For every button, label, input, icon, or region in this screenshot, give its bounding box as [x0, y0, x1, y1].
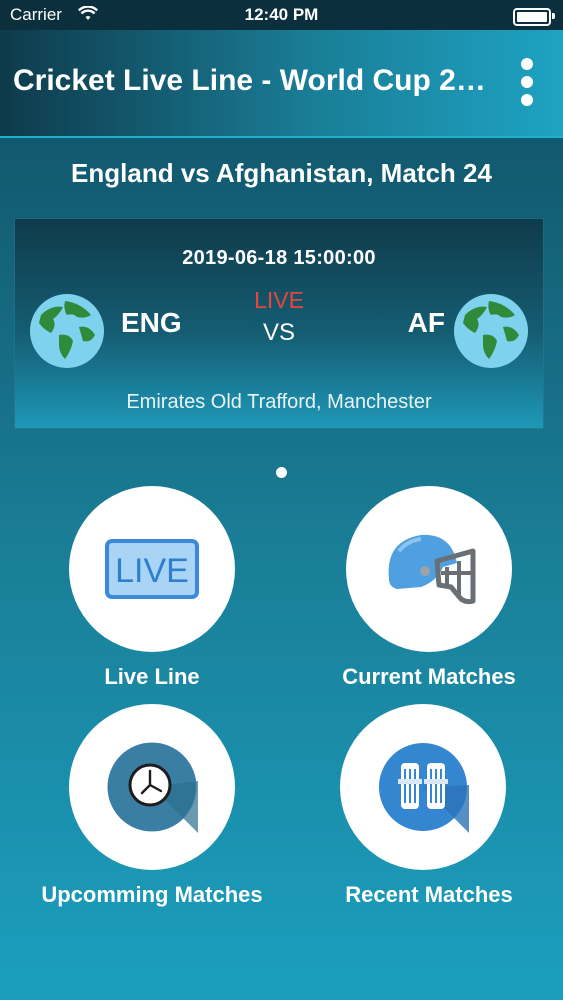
live-line-button[interactable]: LIVE Live Line: [27, 486, 277, 690]
more-menu-icon[interactable]: [519, 58, 535, 106]
live-line-label: Live Line: [104, 664, 200, 689]
app-bar: Cricket Live Line - World Cup 2019: [0, 30, 563, 138]
clock-icon: [107, 742, 198, 833]
live-line-circle: LIVE: [69, 486, 235, 652]
recent-matches-label: Recent Matches: [345, 882, 513, 907]
upcoming-matches-button[interactable]: Upcomming Matches: [27, 704, 277, 908]
app-title: Cricket Live Line - World Cup 2019: [13, 64, 498, 97]
live-icon-text: LIVE: [115, 552, 189, 590]
match-datetime: 2019-06-18 15:00:00: [182, 247, 376, 269]
current-matches-label: Current Matches: [342, 664, 516, 689]
globe-icon: [454, 294, 528, 368]
pads-icon: [379, 743, 469, 833]
live-icon: LIVE: [105, 539, 199, 599]
page-indicator-dot: [276, 467, 287, 478]
recent-matches-button[interactable]: Recent Matches: [298, 704, 548, 908]
status-bar: Carrier 12:40 PM: [0, 0, 563, 30]
recent-matches-circle: [340, 704, 506, 870]
battery-icon: [513, 8, 555, 26]
match-title: England vs Afghanistan, Match 24: [71, 158, 492, 188]
team2-name: AF: [407, 307, 445, 338]
upcoming-matches-circle: [69, 704, 235, 870]
match-venue: Emirates Old Trafford, Manchester: [126, 391, 432, 413]
match-card[interactable]: 2019-06-18 15:00:00 ENG LIVE VS AF Emira…: [15, 219, 543, 428]
current-matches-circle: [346, 486, 512, 652]
clock-time: 12:40 PM: [244, 5, 319, 24]
upcoming-matches-label: Upcomming Matches: [41, 882, 263, 907]
helmet-icon: [388, 534, 476, 605]
current-matches-button[interactable]: Current Matches: [304, 486, 554, 690]
